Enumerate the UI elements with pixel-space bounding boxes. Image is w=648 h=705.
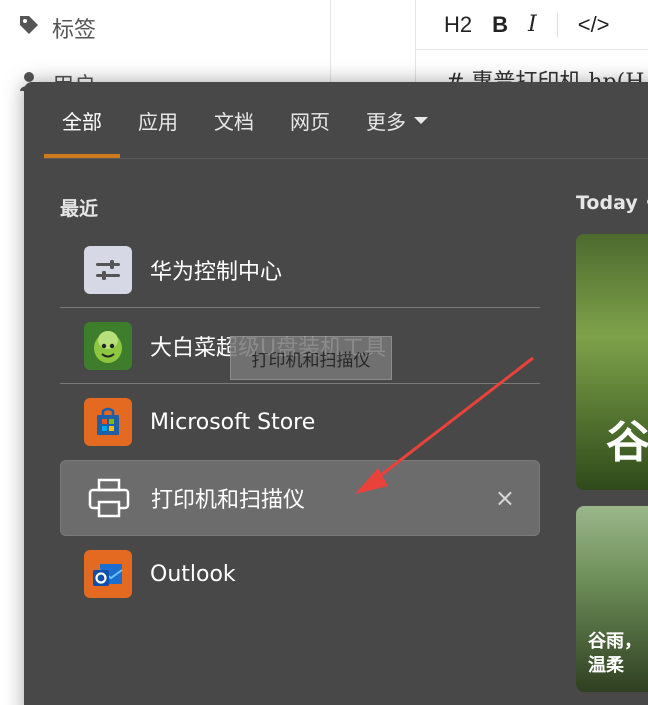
store-icon <box>84 398 132 446</box>
card-title: 谷 <box>606 417 648 468</box>
card-title: 谷雨， 温柔 <box>588 630 642 678</box>
tab-label: 网页 <box>290 109 330 134</box>
item-label: Outlook <box>150 561 236 587</box>
outlook-icon <box>84 550 132 598</box>
cabbage-icon <box>84 321 132 370</box>
sidebar-item-label: 标签 <box>52 18 97 43</box>
today-label: Today • <box>576 192 648 214</box>
tooltip: 打印机和扫描仪 <box>230 336 392 380</box>
tabs-divider <box>44 158 648 159</box>
divider <box>330 0 331 90</box>
filter-tabs: 全部 应用 文档 网页 更多 <box>44 82 446 158</box>
tab-label: 应用 <box>138 109 178 134</box>
printer-icon <box>85 474 133 522</box>
editor-toolbar: H2 B I </> <box>416 0 648 50</box>
code-button[interactable]: </> <box>578 12 610 38</box>
news-card[interactable]: 谷雨， 温柔 <box>576 506 648 692</box>
tab-label: 全部 <box>62 109 102 134</box>
card-title-line: 温柔 <box>588 655 624 676</box>
tab-more[interactable]: 更多 <box>348 82 446 158</box>
tab-documents[interactable]: 文档 <box>196 82 272 158</box>
list-item-printers-scanners[interactable]: 打印机和扫描仪 × <box>60 460 540 536</box>
tab-web[interactable]: 网页 <box>272 82 348 158</box>
bold-button[interactable]: B <box>492 12 508 38</box>
list-item-huawei-control-center[interactable]: 华为控制中心 <box>60 232 540 308</box>
search-flyout: 全部 应用 文档 网页 更多 最近 华为控制中心 Microsoft Store… <box>24 82 648 705</box>
h2-button[interactable]: H2 <box>444 12 472 38</box>
list-item-outlook[interactable]: Outlook <box>60 536 540 612</box>
recent-list: 华为控制中心 大白菜超级U盘装机工具 <box>60 232 540 612</box>
close-icon[interactable]: × <box>495 484 515 512</box>
chevron-down-icon <box>414 116 428 124</box>
card-title-line: 谷雨， <box>588 631 642 652</box>
list-item-microsoft-store[interactable]: Microsoft Store <box>60 384 540 460</box>
tag-icon <box>18 14 40 42</box>
tab-label: 文档 <box>214 109 254 134</box>
news-card[interactable]: 谷 <box>576 234 648 490</box>
item-label: 华为控制中心 <box>150 259 283 285</box>
italic-button[interactable]: I <box>528 12 537 37</box>
item-label: Microsoft Store <box>150 409 316 435</box>
recent-section-title: 最近 <box>60 198 99 220</box>
tab-apps[interactable]: 应用 <box>120 82 196 158</box>
toolbar-separator <box>556 12 558 37</box>
sliders-icon <box>84 245 132 294</box>
sidebar-item-tags[interactable]: 标签 <box>18 12 96 44</box>
item-label: 打印机和扫描仪 <box>151 488 306 513</box>
tab-all[interactable]: 全部 <box>44 82 120 158</box>
tab-label: 更多 <box>366 109 406 134</box>
